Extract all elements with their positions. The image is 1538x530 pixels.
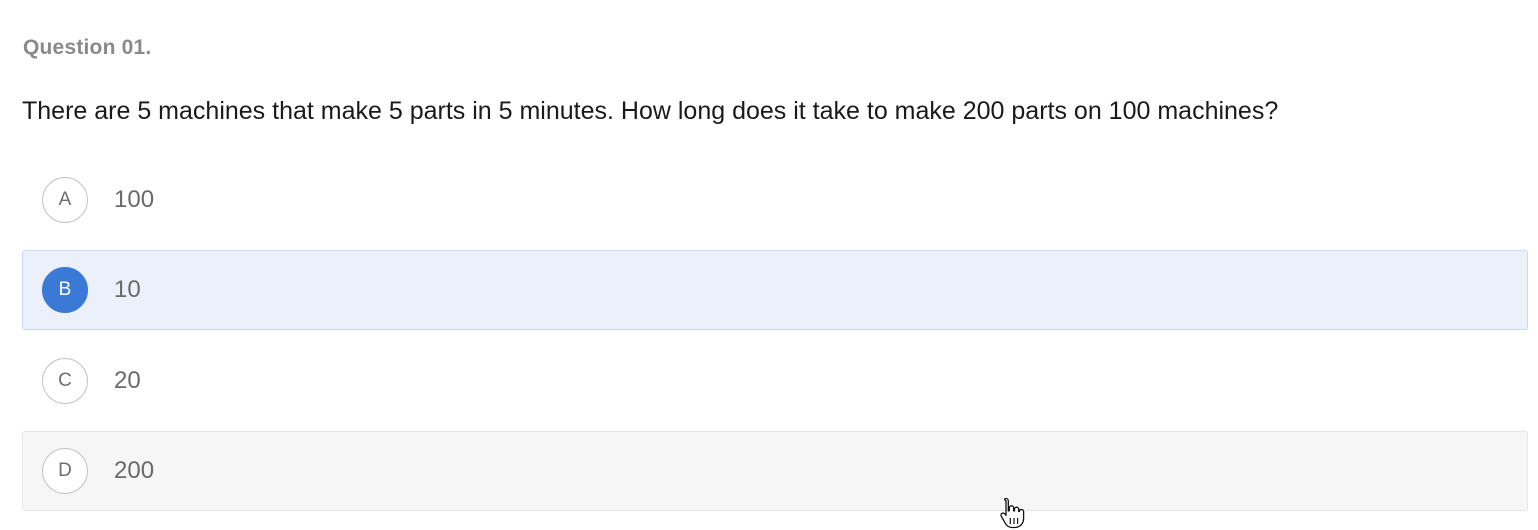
quiz-page: Question 01. There are 5 machines that m… xyxy=(0,0,1538,530)
option-c[interactable]: C 20 xyxy=(22,341,1528,421)
option-letter-badge: C xyxy=(42,358,88,404)
option-a[interactable]: A 100 xyxy=(22,160,1528,240)
option-value: 20 xyxy=(114,367,141,394)
option-value: 10 xyxy=(114,276,141,303)
option-value: 100 xyxy=(114,186,155,213)
option-letter-badge: B xyxy=(42,267,88,313)
option-d[interactable]: D 200 xyxy=(22,431,1528,511)
question-number: Question 01. xyxy=(23,36,152,59)
option-letter-badge: D xyxy=(42,448,88,494)
option-value: 200 xyxy=(114,457,155,484)
option-letter-badge: A xyxy=(42,177,88,223)
question-text: There are 5 machines that make 5 parts i… xyxy=(22,97,1279,125)
option-b[interactable]: B 10 xyxy=(22,250,1528,330)
